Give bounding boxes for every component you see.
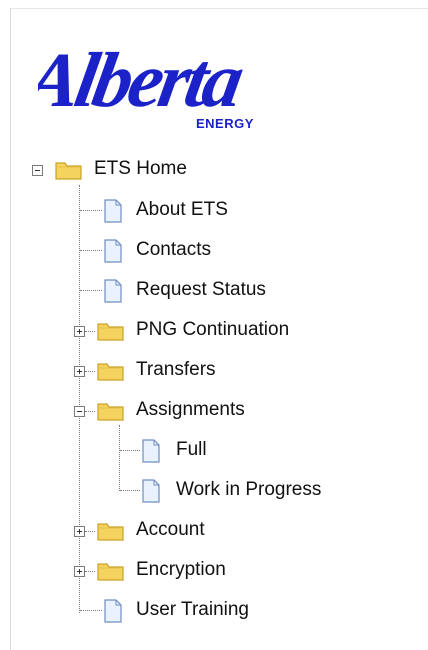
- tree-branch: [80, 210, 102, 211]
- tree-label: Transfers: [136, 359, 216, 380]
- tree-label: ETS Home: [94, 158, 187, 179]
- tree-branch: [85, 371, 95, 372]
- folder-icon: [97, 563, 124, 581]
- tree-label: About ETS: [136, 199, 228, 220]
- tree-line-assignments: [119, 425, 120, 491]
- document-icon: [104, 239, 122, 263]
- folder-icon: [97, 363, 124, 381]
- tree-branch: [80, 290, 102, 291]
- collapse-toggle-icon[interactable]: [74, 406, 85, 417]
- logo-wordmark: Alberta: [38, 38, 249, 124]
- tree-label: Account: [136, 519, 205, 540]
- tree-label: Encryption: [136, 559, 226, 580]
- expand-toggle-icon[interactable]: [74, 326, 85, 337]
- document-icon: [104, 279, 122, 303]
- tree-label: PNG Continuation: [136, 319, 290, 340]
- collapse-toggle-icon[interactable]: [32, 165, 43, 176]
- tree-branch: [80, 610, 102, 611]
- tree-label: Assignments: [136, 399, 245, 420]
- folder-open-icon: [97, 403, 124, 421]
- document-icon: [104, 199, 122, 223]
- document-icon: [142, 439, 160, 463]
- tree-label: Contacts: [136, 239, 211, 260]
- tree-label: User Training: [136, 599, 249, 620]
- logo-subtitle: ENERGY: [196, 116, 254, 131]
- tree-branch: [85, 571, 95, 572]
- document-icon: [142, 479, 160, 503]
- tree-branch: [85, 531, 95, 532]
- tree-label: Request Status: [136, 279, 266, 300]
- folder-icon: [97, 323, 124, 341]
- tree-branch: [80, 250, 102, 251]
- expand-toggle-icon[interactable]: [74, 526, 85, 537]
- expand-toggle-icon[interactable]: [74, 366, 85, 377]
- folder-icon: [97, 523, 124, 541]
- folder-open-icon: [55, 162, 82, 180]
- tree-branch: [120, 450, 140, 451]
- document-icon: [104, 599, 122, 623]
- tree-branch: [85, 331, 95, 332]
- alberta-energy-logo: Alberta ENERGY: [38, 26, 278, 138]
- tree-branch: [85, 411, 95, 412]
- tree-label: Full: [176, 439, 207, 460]
- tree-label: Work in Progress: [176, 479, 322, 500]
- expand-toggle-icon[interactable]: [74, 566, 85, 577]
- tree-branch: [120, 490, 140, 491]
